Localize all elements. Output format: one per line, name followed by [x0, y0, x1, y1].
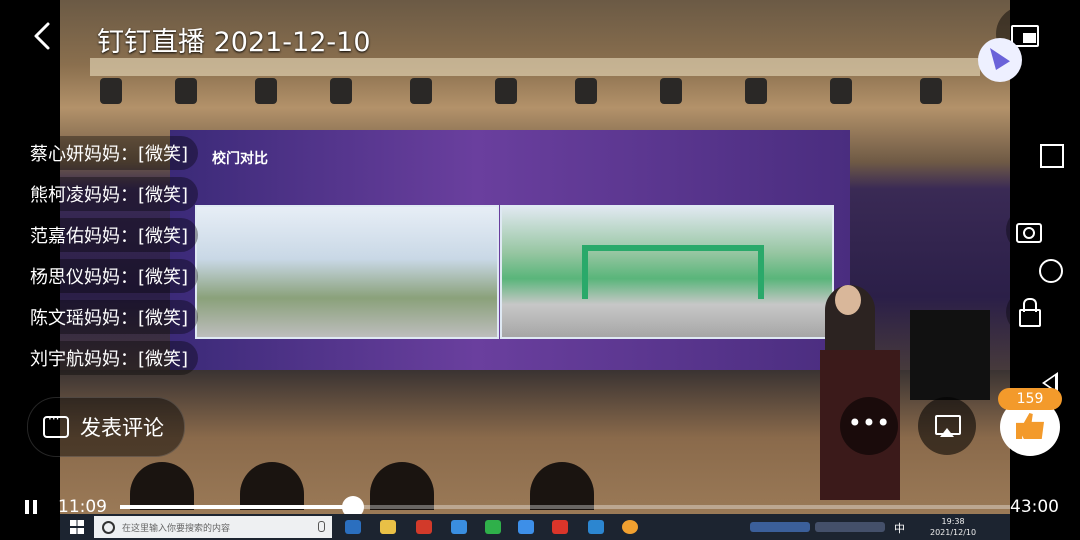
speaker-head	[835, 285, 861, 315]
comment-text: [微笑]	[138, 349, 189, 370]
progress-track[interactable]	[120, 496, 1010, 518]
comment-user: 熊柯凌妈妈	[30, 185, 120, 206]
top-bar: 钉钉直播 2021-12-10	[0, 0, 1080, 82]
comment-separator: ：	[120, 308, 138, 329]
app-icon	[588, 520, 604, 534]
slide-title: 校门对比	[212, 151, 268, 167]
tray-icons	[750, 522, 810, 532]
qq-icon	[416, 520, 432, 534]
comment-user: 陈文瑶妈妈	[30, 308, 120, 329]
comment-separator: ：	[120, 226, 138, 247]
post-comment-label: 发表评论	[80, 416, 164, 440]
total-time: 43:00	[1010, 497, 1059, 517]
stage-light	[920, 78, 942, 104]
unlock-icon-body	[1019, 309, 1041, 327]
taskbar-search-box: 在这里输入你要搜索的内容	[94, 516, 332, 538]
stage-light	[660, 78, 682, 104]
comment-text: [微笑]	[138, 226, 189, 247]
comment-icon	[43, 412, 69, 438]
stage-light	[175, 78, 197, 104]
slide-photo-old-gate	[195, 205, 499, 339]
comment-text: [微笑]	[138, 185, 189, 206]
comment-text: [微笑]	[138, 267, 189, 288]
cast-arrow-icon	[940, 428, 954, 437]
progress-fill	[120, 505, 354, 509]
taskbar-clock: 19:38 2021/12/10	[930, 516, 976, 538]
chevron-left-icon	[34, 22, 50, 50]
stage-light	[745, 78, 767, 104]
app-icon	[622, 520, 638, 534]
back-button[interactable]	[26, 18, 62, 54]
file-explorer-icon	[380, 520, 396, 534]
comment-user: 蔡心妍妈妈	[30, 144, 120, 165]
windows-start-icon	[70, 520, 84, 534]
school-gate-shape	[582, 245, 764, 299]
clock-date: 2021/12/10	[930, 528, 977, 537]
comment-item: 刘宇航妈妈： [微笑]	[22, 341, 199, 375]
stage-light	[575, 78, 597, 104]
more-options-button[interactable]: •••	[840, 397, 898, 455]
stage-light	[410, 78, 432, 104]
post-comment-button[interactable]: 发表评论	[27, 397, 185, 457]
comment-separator: ：	[120, 185, 138, 206]
comment-text: [微笑]	[138, 308, 189, 329]
comment-separator: ：	[120, 267, 138, 288]
comment-separator: ：	[120, 349, 138, 370]
live-video[interactable]: 校门对比	[60, 0, 1010, 540]
cast-screen-button[interactable]	[918, 397, 976, 455]
comment-item: 范嘉佑妈妈： [微笑]	[22, 218, 199, 252]
dingtalk-icon	[518, 520, 534, 534]
comment-list: 蔡心妍妈妈： [微笑] 熊柯凌妈妈： [微笑] 范嘉佑妈妈： [微笑] 杨思仪妈妈：[…	[22, 136, 199, 382]
stage-light	[330, 78, 352, 104]
circle-nav-icon[interactable]	[1039, 259, 1063, 283]
like-count-badge: 159	[998, 388, 1062, 410]
search-icon	[102, 521, 115, 534]
floating-assistant-icon[interactable]	[978, 38, 1022, 82]
slide-photo-new-gate	[500, 205, 834, 339]
wps-icon	[552, 520, 568, 534]
comment-user: 范嘉佑妈妈	[30, 226, 120, 247]
page-title: 钉钉直播 2021-12-10	[97, 27, 371, 58]
comment-item: 蔡心妍妈妈： [微笑]	[22, 136, 199, 170]
thumbs-up-icon	[1016, 413, 1044, 439]
pause-icon[interactable]	[25, 500, 29, 514]
comment-separator: ：	[120, 144, 138, 165]
comment-item: 熊柯凌妈妈： [微笑]	[22, 177, 199, 211]
comment-user: 杨思仪妈妈	[30, 267, 120, 288]
screenshot-button[interactable]	[1006, 208, 1050, 252]
task-view-icon	[345, 520, 361, 534]
comment-item: 杨思仪妈妈： [微笑]	[22, 259, 199, 293]
taskbar-search-placeholder: 在这里输入你要搜索的内容	[122, 524, 231, 534]
microphone-icon	[318, 521, 325, 532]
media-player-icon	[485, 520, 501, 534]
windows-taskbar: 在这里输入你要搜索的内容 中 19:38 2021/12/10	[60, 514, 1010, 540]
stage-light	[255, 78, 277, 104]
piano	[910, 310, 990, 400]
comment-item: 陈文瑶妈妈： [微笑]	[22, 300, 199, 334]
clock-time: 19:38	[941, 517, 965, 526]
stage-light	[100, 78, 122, 104]
camera-lens-icon	[1023, 227, 1035, 239]
app-icon	[451, 520, 467, 534]
stage-light	[495, 78, 517, 104]
stage-light	[830, 78, 852, 104]
pip-icon-inner	[1023, 33, 1036, 43]
comment-text: [微笑]	[138, 144, 189, 165]
comment-user: 刘宇航妈妈	[30, 349, 120, 370]
screen-lock-button[interactable]	[1006, 290, 1050, 334]
projection-screen: 校门对比	[170, 130, 850, 370]
tray-icons	[815, 522, 885, 532]
ime-indicator: 中	[894, 522, 905, 535]
square-nav-icon[interactable]	[1040, 144, 1064, 168]
